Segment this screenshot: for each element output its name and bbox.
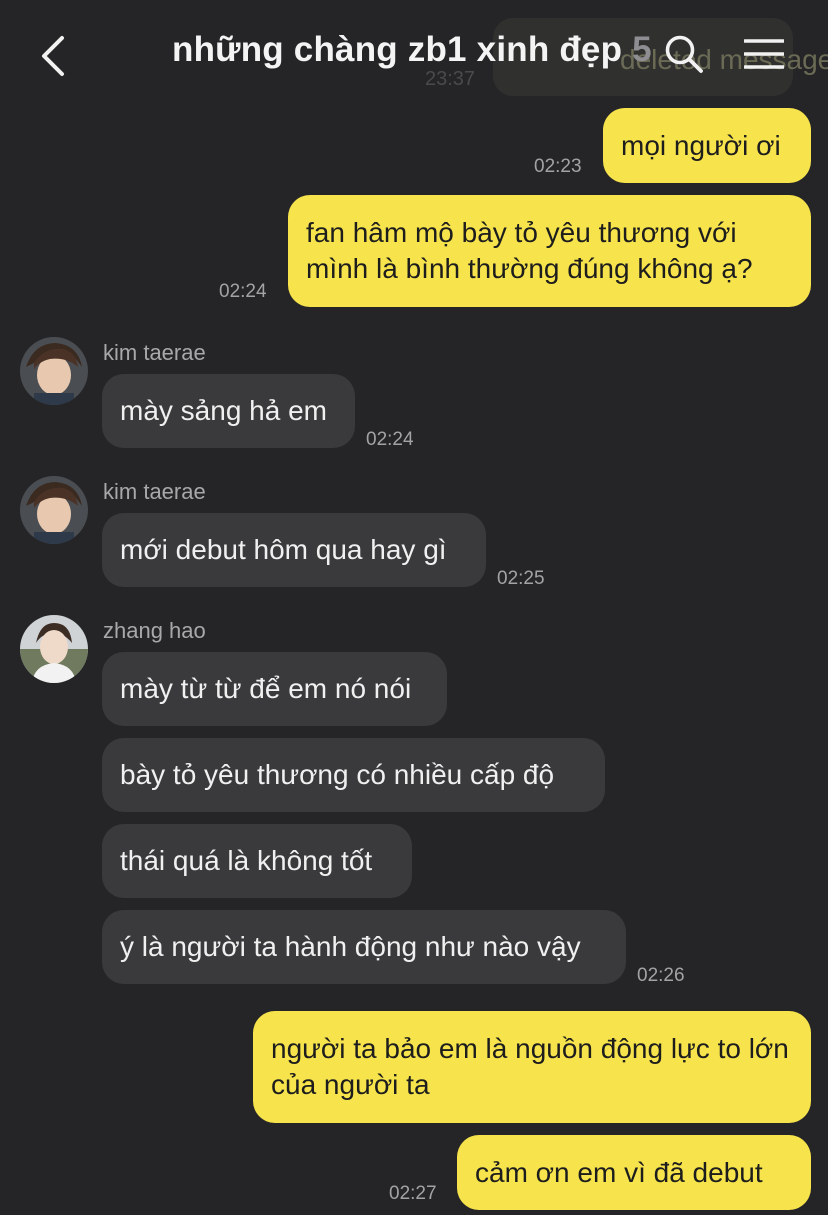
back-button[interactable]	[36, 34, 76, 78]
my-message-bubble[interactable]: fan hâm mộ bày tỏ yêu thương với mình là…	[288, 195, 811, 307]
search-icon	[665, 35, 703, 73]
message-text: fan hâm mộ bày tỏ yêu thương với mình là…	[306, 217, 753, 284]
hamburger-menu-icon	[743, 39, 785, 69]
message-time: 02:25	[497, 568, 545, 589]
their-message-bubble[interactable]: ý là người ta hành động như nào vậy	[102, 910, 626, 984]
sender-name: zhang hao	[103, 618, 206, 643]
message-text: mọi người ơi	[621, 129, 781, 161]
my-message-bubble[interactable]: người ta bảo em là nguồn động lực to lớn…	[253, 1011, 811, 1123]
message-text: mới debut hôm qua hay gì	[120, 534, 447, 565]
their-message-bubble[interactable]: thái quá là không tốt	[102, 824, 412, 898]
their-message-bubble[interactable]: mày sảng hả em	[102, 374, 355, 448]
message-time: 02:24	[366, 429, 414, 450]
chat-name: những chàng zb1 xinh đẹp	[172, 30, 623, 69]
avatar[interactable]	[20, 476, 88, 544]
message-text: thái quá là không tốt	[120, 845, 373, 876]
avatar[interactable]	[20, 337, 88, 405]
profile-photo-icon	[20, 476, 88, 544]
their-message-bubble[interactable]: mày từ từ để em nó nói	[102, 652, 447, 726]
their-message-bubble[interactable]: mới debut hôm qua hay gì	[102, 513, 486, 587]
profile-photo-icon	[20, 337, 88, 405]
message-time: 02:26	[637, 965, 685, 986]
message-text: mày sảng hả em	[120, 395, 327, 426]
my-message-bubble[interactable]: mọi người ơi	[603, 108, 811, 183]
member-count: 5	[632, 30, 652, 69]
profile-photo-icon	[20, 615, 88, 683]
message-time: 02:23	[534, 156, 582, 177]
menu-button[interactable]	[743, 38, 785, 72]
message-text: cảm ơn em vì đã debut	[475, 1156, 763, 1188]
message-time: 02:27	[389, 1183, 437, 1204]
search-button[interactable]	[664, 34, 704, 74]
chat-title: những chàng zb1 xinh đẹp 5	[172, 30, 652, 70]
message-time: 02:24	[219, 281, 267, 302]
my-message-bubble[interactable]: cảm ơn em vì đã debut	[457, 1135, 811, 1210]
their-message-bubble[interactable]: bày tỏ yêu thương có nhiều cấp độ	[102, 738, 605, 812]
message-text: bày tỏ yêu thương có nhiều cấp độ	[120, 759, 555, 790]
sender-name: kim taerae	[103, 340, 206, 365]
chat-header: những chàng zb1 xinh đẹp 5	[0, 0, 828, 110]
message-text: mày từ từ để em nó nói	[120, 673, 412, 704]
message-text: người ta bảo em là nguồn động lực to lớn…	[271, 1033, 789, 1100]
sender-name: kim taerae	[103, 479, 206, 504]
message-text: ý là người ta hành động như nào vậy	[120, 931, 581, 962]
avatar[interactable]	[20, 615, 88, 683]
chevron-left-icon	[42, 36, 64, 76]
